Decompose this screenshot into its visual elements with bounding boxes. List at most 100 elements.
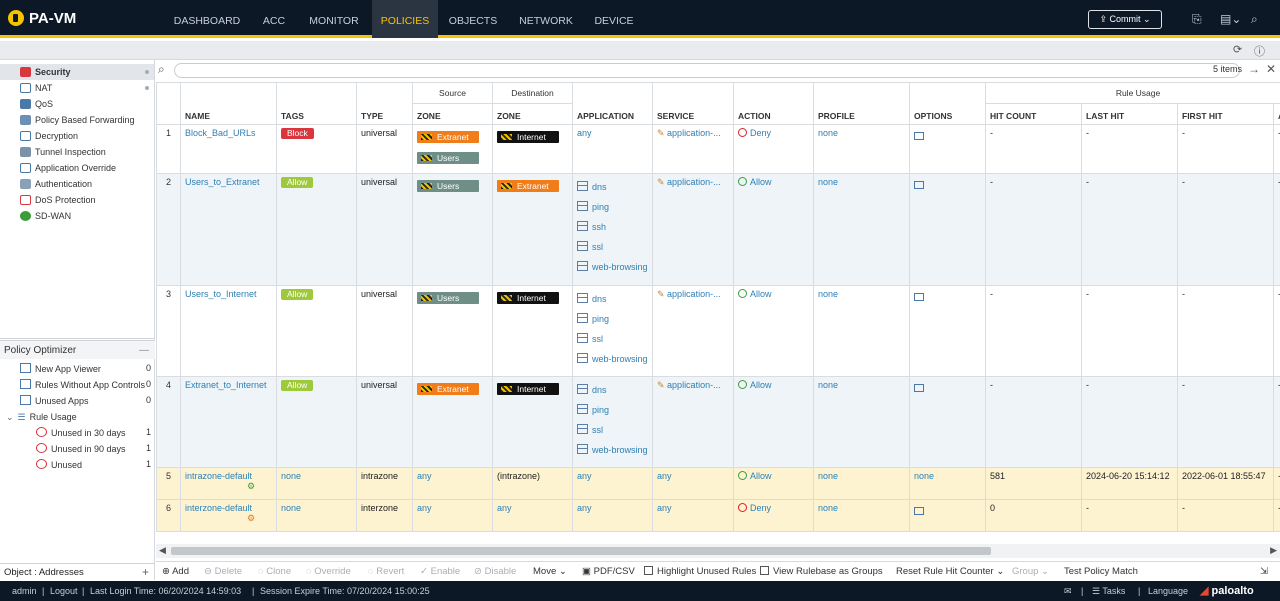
tags-cell[interactable]: none (276, 467, 357, 500)
sidebar-item-decryption[interactable]: Decryption (0, 128, 154, 144)
destination-zone-cell[interactable]: Internet (492, 285, 573, 377)
destination-zone-cell[interactable]: Internet (492, 376, 573, 468)
profile-value[interactable]: none (818, 380, 838, 390)
application-item[interactable]: ping (577, 201, 648, 212)
sidebar-item-app-override[interactable]: Application Override (0, 160, 154, 176)
options-icon[interactable] (914, 384, 924, 392)
close-icon[interactable]: ✕ (1266, 62, 1276, 76)
options-icon[interactable] (914, 507, 924, 515)
object-addresses-bar[interactable]: Object : Addresses + (0, 563, 155, 580)
language-link[interactable]: Language (1148, 581, 1188, 601)
options-icon[interactable] (914, 132, 924, 140)
save-config-icon[interactable]: ▤⌄ (1220, 12, 1241, 26)
action-value[interactable]: Allow (750, 177, 772, 187)
rule-name[interactable]: Extranet_to_Internet (185, 380, 267, 390)
options-cell[interactable] (909, 499, 986, 532)
col-header-options[interactable]: OPTIONS (909, 82, 986, 125)
sidebar-item-authentication[interactable]: Authentication (0, 176, 154, 192)
commit-button[interactable]: ⇪ Commit ⌄ (1088, 10, 1162, 29)
policy-optimizer-header[interactable]: Policy Optimizer — (0, 340, 155, 359)
action-cell[interactable]: Deny (733, 124, 814, 174)
application-item[interactable]: ssl (577, 424, 648, 435)
options-icon[interactable] (914, 293, 924, 301)
application-item[interactable]: ssl (577, 333, 648, 344)
service-cell[interactable]: ✎ application-... (652, 124, 734, 174)
mail-icon[interactable]: ✉ (1064, 581, 1072, 601)
options-none[interactable]: none (914, 471, 934, 481)
enable-button[interactable]: ✓ Enable (420, 566, 460, 577)
options-cell[interactable] (909, 173, 986, 286)
name-cell[interactable]: interzone-default ⚙ (180, 499, 277, 532)
table-row[interactable]: 2 Users_to_Extranet Allow universal Users Ext… (156, 173, 1280, 286)
clone-button[interactable]: ◌ Clone (258, 566, 291, 577)
profile-cell[interactable]: none (813, 285, 910, 377)
col-header-profile[interactable]: PROFILE (813, 82, 910, 125)
application-item[interactable]: ping (577, 404, 648, 415)
help-icon[interactable]: ⓘ (1254, 43, 1265, 59)
disable-button[interactable]: ⊘ Disable (474, 566, 516, 577)
table-row[interactable]: 5 intrazone-default ⚙ none intrazone any (intr… (156, 467, 1280, 500)
col-header-action[interactable]: ACTION (733, 82, 814, 125)
options-cell[interactable]: none (909, 467, 986, 500)
action-cell[interactable]: Allow (733, 376, 814, 468)
revert-button[interactable]: ◌ Revert (368, 566, 404, 577)
application-item[interactable]: web-browsing (577, 353, 648, 364)
scrollbar-thumb[interactable] (171, 547, 991, 555)
highlight-unused-checkbox[interactable]: Highlight Unused Rules (644, 566, 756, 577)
reset-hit-counter-dropdown[interactable]: Reset Rule Hit Counter ⌄ (896, 566, 1004, 577)
options-cell[interactable] (909, 124, 986, 174)
application-item[interactable]: dns (577, 293, 648, 304)
expand-icon[interactable]: ⇲ (1260, 566, 1268, 577)
profile-value[interactable]: none (818, 128, 838, 138)
sidebar-item-qos[interactable]: QoS (0, 96, 154, 112)
optimizer-rule-usage[interactable]: ⌄ ☰ Rule Usage (6, 409, 77, 425)
profile-cell[interactable]: none (813, 467, 910, 500)
application-item[interactable]: ssl (577, 241, 648, 252)
rule-name[interactable]: Users_to_Extranet (185, 177, 260, 187)
name-cell[interactable]: Block_Bad_URLs (180, 124, 277, 174)
source-zone-cell[interactable]: Extranet Users (412, 124, 493, 174)
profile-cell[interactable]: none (813, 499, 910, 532)
rule-name[interactable]: Block_Bad_URLs (185, 128, 256, 138)
col-header-extra[interactable]: A (1272, 103, 1280, 125)
tags-cell[interactable]: Allow (276, 285, 357, 377)
scroll-right-icon[interactable]: ▶ (1270, 545, 1277, 556)
tag-badge[interactable]: Allow (281, 289, 314, 300)
options-cell[interactable] (909, 285, 986, 377)
profile-value[interactable]: none (818, 471, 838, 481)
action-value[interactable]: Allow (750, 380, 772, 390)
view-groups-checkbox[interactable]: View Rulebase as Groups (760, 566, 883, 577)
rule-name[interactable]: Users_to_Internet (185, 289, 257, 299)
override-button[interactable]: ◌ Override (306, 566, 351, 577)
tag-badge[interactable]: Block (281, 128, 314, 139)
col-header-application[interactable]: APPLICATION (572, 82, 653, 125)
delete-button[interactable]: ⊖ Delete (204, 566, 242, 577)
pdf-csv-button[interactable]: ▣ PDF/CSV (582, 566, 635, 577)
application-cell[interactable]: any (572, 124, 653, 174)
service-value[interactable]: application-... (667, 289, 721, 299)
name-cell[interactable]: intrazone-default ⚙ (180, 467, 277, 500)
options-cell[interactable] (909, 376, 986, 468)
col-header-service[interactable]: SERVICE (652, 82, 734, 125)
profile-cell[interactable]: none (813, 124, 910, 174)
service-value[interactable]: application-... (667, 177, 721, 187)
add-button[interactable]: ⊕ Add (162, 566, 189, 577)
application-cell[interactable]: dns ping ssh ssl web-browsing (572, 173, 653, 286)
application-item[interactable]: ping (577, 313, 648, 324)
service-cell[interactable]: any (652, 499, 734, 532)
nav-dashboard[interactable]: DASHBOARD (166, 0, 248, 38)
refresh-icon[interactable]: ⟳ (1233, 43, 1242, 56)
nav-acc[interactable]: ACC (252, 0, 296, 38)
tag-badge[interactable]: Allow (281, 177, 314, 188)
col-header-last-hit[interactable]: LAST HIT (1081, 103, 1178, 125)
application-any[interactable]: any (577, 128, 592, 138)
tags-cell[interactable]: Allow (276, 173, 357, 286)
col-header-tags[interactable]: TAGS (276, 82, 357, 125)
application-cell[interactable]: dns ping ssl web-browsing (572, 376, 653, 468)
table-row[interactable]: 6 interzone-default ⚙ none interzone any any an… (156, 499, 1280, 532)
service-cell[interactable]: ✎ application-... (652, 173, 734, 286)
nav-policies[interactable]: POLICIES (372, 0, 438, 38)
application-item[interactable]: ssh (577, 221, 648, 232)
group-dropdown[interactable]: Group ⌄ (1012, 566, 1049, 577)
tags-cell[interactable]: Block (276, 124, 357, 174)
